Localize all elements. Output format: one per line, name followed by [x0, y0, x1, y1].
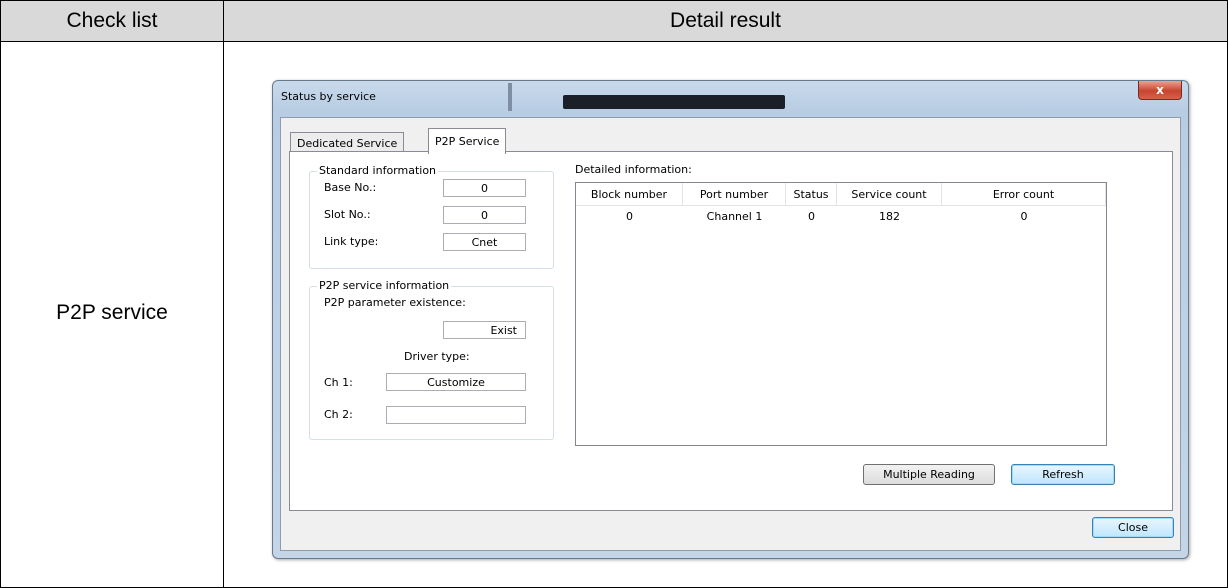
column-divider [223, 41, 224, 588]
column-header-status[interactable]: Status [786, 183, 837, 205]
title-bar-obscured-area [563, 95, 785, 109]
ch2-driver-field [386, 406, 526, 424]
p2p-service-panel: Standard information Base No.: 0 Slot No… [289, 151, 1173, 511]
header-check-list: Check list [1, 1, 224, 42]
close-window-icon[interactable]: x [1138, 81, 1182, 100]
table-row[interactable]: 0 Channel 1 0 182 0 [576, 207, 1106, 225]
standard-information-group: Standard information Base No.: 0 Slot No… [309, 164, 554, 269]
column-header-block-number[interactable]: Block number [576, 183, 683, 205]
header-detail-result: Detail result [224, 1, 1227, 42]
ch1-label: Ch 1: [324, 376, 353, 389]
link-type-label: Link type: [324, 235, 379, 248]
standard-information-legend: Standard information [317, 164, 439, 177]
cell-error-count: 0 [1020, 209, 1028, 223]
base-no-label: Base No.: [324, 181, 377, 194]
column-header-port-number[interactable]: Port number [683, 183, 786, 205]
cell-status: 0 [808, 209, 815, 223]
multiple-reading-button[interactable]: Multiple Reading [863, 464, 995, 485]
column-header-error-count[interactable]: Error count [942, 183, 1106, 205]
refresh-button[interactable]: Refresh [1011, 464, 1115, 485]
slot-no-label: Slot No.: [324, 208, 371, 221]
detailed-information-label: Detailed information: [575, 163, 692, 176]
dialog-title: Status by service [281, 90, 376, 103]
driver-type-label: Driver type: [404, 350, 470, 363]
cell-service-count: 182 [879, 209, 900, 223]
status-by-service-dialog: Status by service x Dedicated Service P2… [272, 80, 1189, 559]
close-button[interactable]: Close [1092, 517, 1174, 538]
row-label-p2p-service: P2P service [56, 301, 168, 324]
p2p-service-information-legend: P2P service information [317, 279, 452, 292]
detailed-information-list[interactable]: Block number Port number Status Service … [575, 182, 1107, 446]
link-type-field: Cnet [443, 233, 526, 251]
tab-p2p-service[interactable]: P2P Service [428, 128, 507, 154]
cell-block-number: 0 [626, 209, 633, 223]
document-table: Check list Detail result P2P service Sta… [0, 0, 1228, 588]
p2p-parameter-existence-label: P2P parameter existence: [324, 296, 466, 309]
column-header-service-count[interactable]: Service count [837, 183, 942, 205]
title-bar-decoration [508, 83, 512, 111]
base-no-field: 0 [443, 179, 526, 197]
dialog-client-area: Dedicated Service P2P Service Standard i… [280, 117, 1181, 551]
p2p-service-information-group: P2P service information P2P parameter ex… [309, 279, 554, 440]
slot-no-field: 0 [443, 206, 526, 224]
cell-port-number: Channel 1 [706, 209, 763, 223]
list-header: Block number Port number Status Service … [576, 183, 1106, 206]
p2p-parameter-existence-field: Exist [443, 321, 526, 339]
ch2-label: Ch 2: [324, 408, 353, 421]
tab-dedicated-service[interactable]: Dedicated Service [290, 132, 405, 153]
ch1-driver-field: Customize [386, 373, 526, 391]
